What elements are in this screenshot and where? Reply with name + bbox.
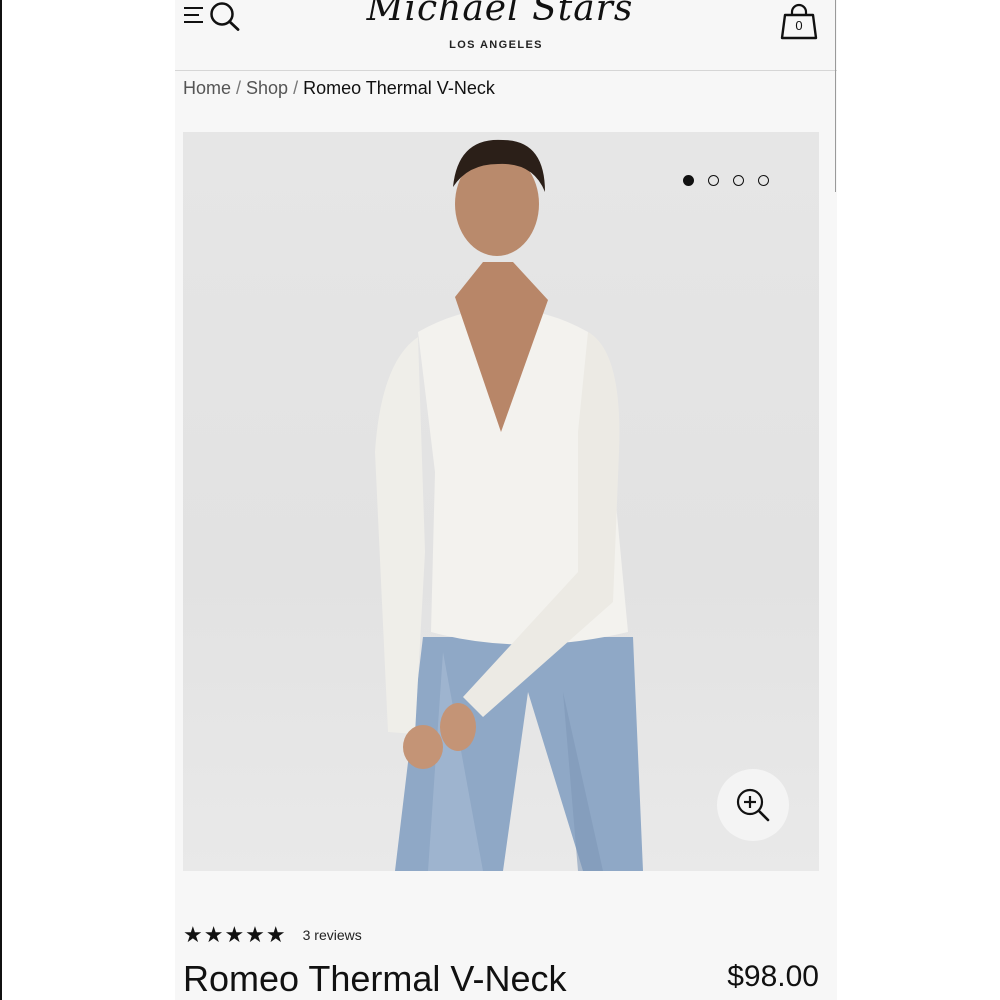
breadcrumb-home[interactable]: Home [183, 78, 231, 98]
cart-button[interactable]: 0 [779, 2, 819, 40]
breadcrumb-shop[interactable]: Shop [246, 78, 288, 98]
breadcrumb-current: Romeo Thermal V-Neck [303, 78, 495, 98]
window-left-border [0, 0, 2, 1000]
carousel-dot-4[interactable] [758, 175, 769, 186]
site-header: Michael Stars LOS ANGELES 0 [175, 0, 837, 71]
zoom-button[interactable] [717, 769, 789, 841]
brand-subtitle: LOS ANGELES [449, 39, 543, 51]
hamburger-icon [184, 7, 203, 23]
search-icon [210, 2, 240, 31]
product-rating: ★★★★★ 3 reviews [183, 922, 362, 948]
carousel-dot-1[interactable] [683, 175, 694, 186]
menu-button[interactable] [183, 4, 207, 26]
cart-count: 0 [795, 18, 803, 33]
carousel-dot-3[interactable] [733, 175, 744, 186]
carousel-indicators [683, 175, 769, 186]
search-button[interactable] [208, 0, 242, 32]
carousel-dot-2[interactable] [708, 175, 719, 186]
zoom-in-icon [736, 788, 770, 822]
breadcrumb: Home / Shop / Romeo Thermal V-Neck [183, 78, 495, 99]
product-photo [375, 139, 643, 871]
product-title: Romeo Thermal V-Neck [183, 958, 567, 999]
star-rating-icons: ★★★★★ [183, 922, 287, 947]
window-right-border [835, 0, 836, 192]
breadcrumb-separator: / [293, 78, 299, 98]
product-image-gallery[interactable] [183, 132, 819, 871]
brand-logo[interactable]: Michael Stars [335, 0, 665, 29]
reviews-link[interactable]: 3 reviews [303, 927, 362, 943]
breadcrumb-separator: / [236, 78, 242, 98]
mobile-page: Michael Stars LOS ANGELES 0 Home / Shop / Ro… [175, 0, 837, 1000]
product-price: $98.00 [727, 960, 819, 993]
